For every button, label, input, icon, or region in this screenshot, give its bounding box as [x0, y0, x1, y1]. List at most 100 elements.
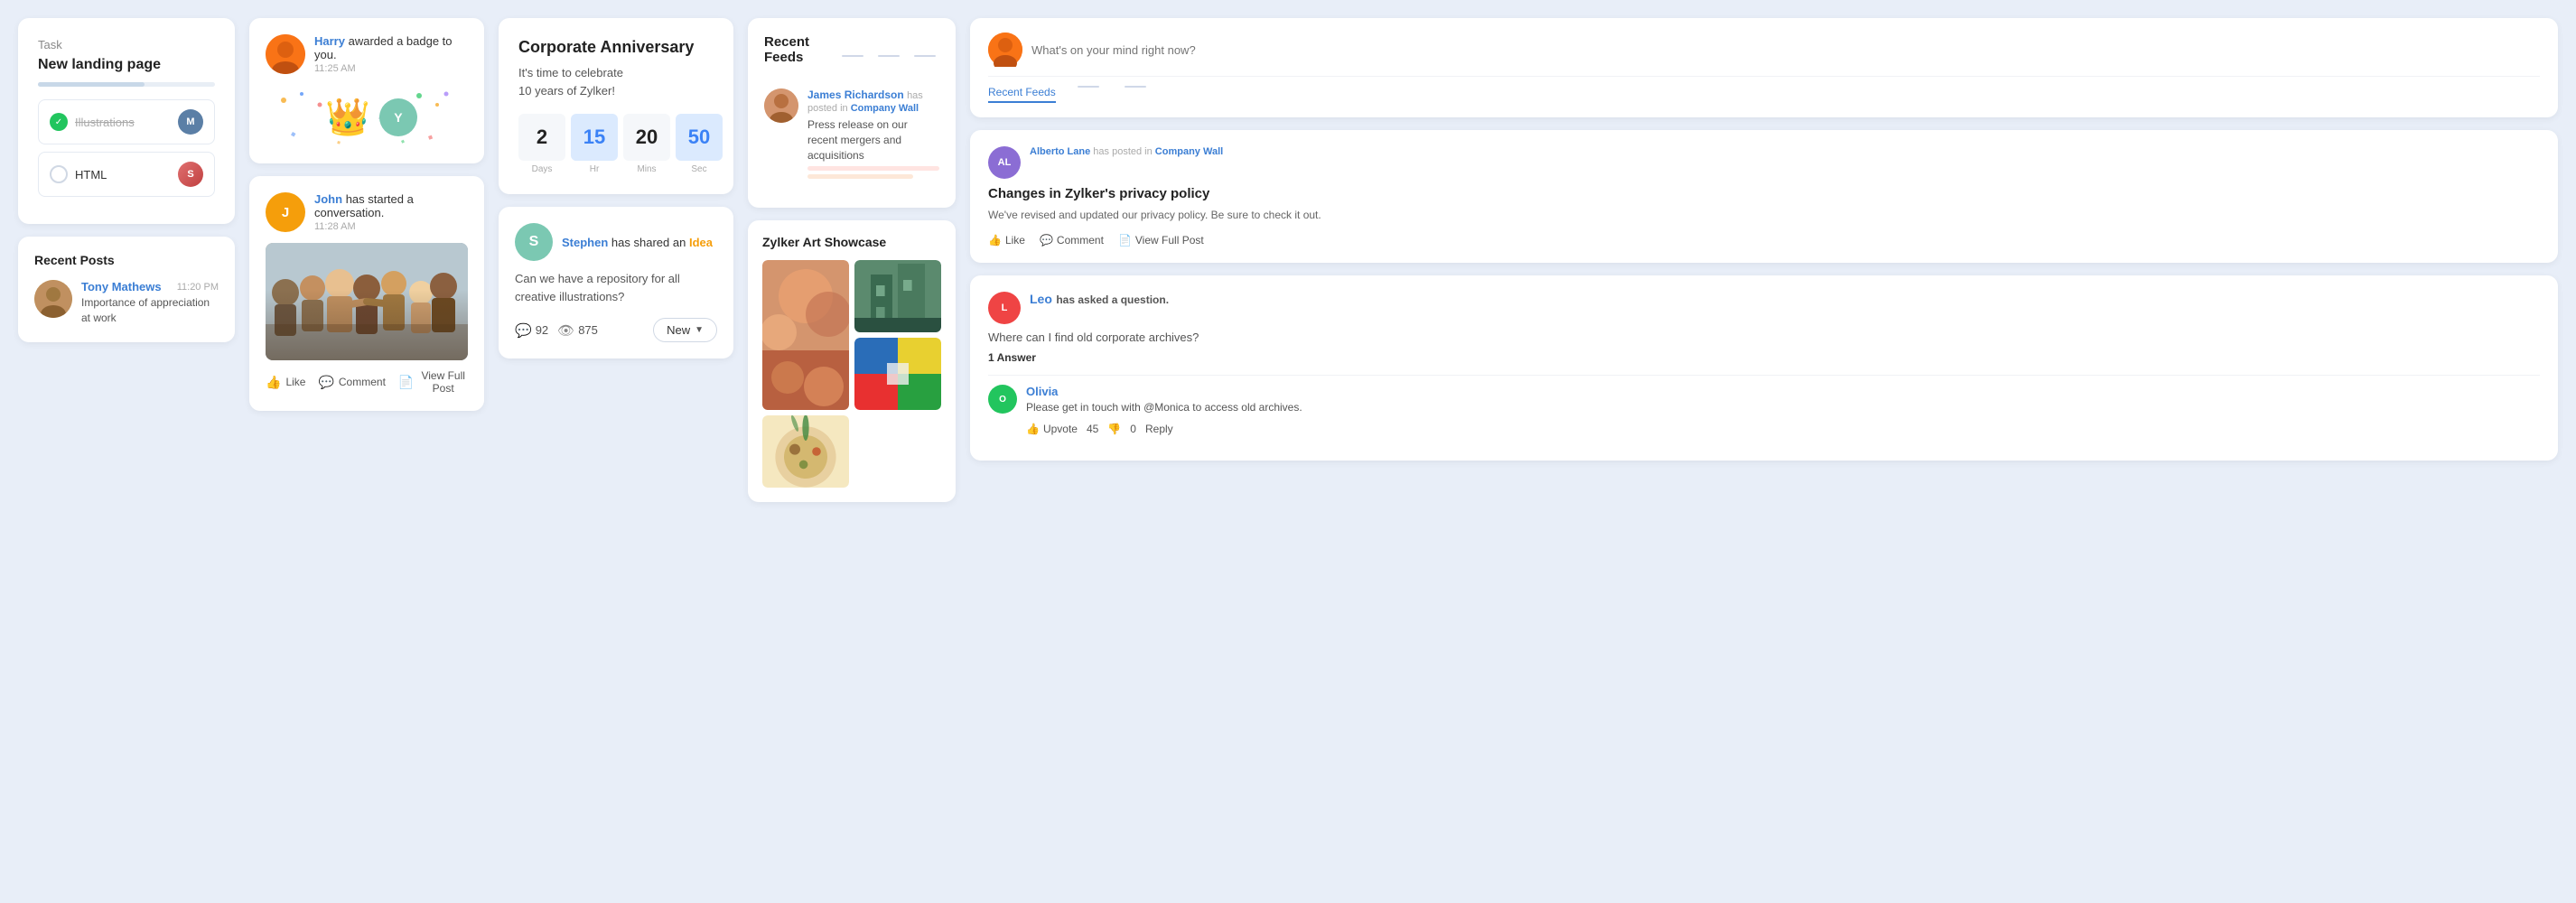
downvote-button[interactable]: 👎 — [1107, 423, 1121, 435]
upvote-count: 45 — [1087, 423, 1098, 435]
idea-text-block: Stephen has shared an Idea — [562, 236, 713, 249]
qa-header-text: Leo has asked a question. — [1030, 292, 1169, 308]
idea-question-text: Can we have a repository for all creativ… — [515, 270, 717, 305]
task-progress-bg — [38, 82, 215, 87]
qa-question-text: Where can I find old corporate archives? — [988, 330, 2540, 346]
conv-text-block: John has started a conversation. 11:28 A… — [314, 192, 468, 232]
badge-user-avatar — [266, 34, 305, 74]
policy-posted-text: has posted in — [1093, 146, 1155, 157]
feeds-tab-lines — [838, 55, 939, 57]
policy-meta-block: Alberto Lane has posted in Company Wall — [1030, 146, 1223, 157]
view-label: View Full Post — [418, 369, 468, 395]
qa-asker-name: Leo — [1030, 292, 1052, 306]
art-showcase-card: Zylker Art Showcase — [748, 220, 956, 502]
conversation-card: J John has started a conversation. 11:28… — [249, 176, 484, 411]
task-progress-fill — [38, 82, 145, 87]
count-sec-label: Sec — [676, 164, 723, 174]
badge-message: Harry awarded a badge to you. — [314, 34, 468, 61]
task-item-left: ✓ Illustrations — [50, 113, 135, 131]
badge-crown-icon: 👑 — [325, 96, 370, 138]
downvote-icon: 👎 — [1107, 423, 1121, 435]
idea-prefix: has shared an — [611, 236, 686, 249]
column-2: Harry awarded a badge to you. 11:25 AM — [249, 18, 484, 411]
idea-comment-count: 92 — [536, 323, 548, 337]
qa-card: L Leo has asked a question. Where can I … — [970, 275, 2558, 461]
conv-time: 11:28 AM — [314, 221, 468, 232]
task-item-avatar: M — [178, 109, 203, 135]
mind-tab-recent-feeds[interactable]: Recent Feeds — [988, 86, 1056, 103]
anniversary-title: Corporate Anniversary — [518, 38, 714, 57]
idea-view-stat: 👁 875 — [557, 322, 598, 339]
idea-header: S Stephen has shared an Idea — [515, 223, 717, 261]
qa-answer-count: 1 Answer — [988, 351, 2540, 364]
upvote-button[interactable]: 👍 Upvote — [1026, 423, 1078, 435]
policy-wall-name: Company Wall — [1155, 146, 1223, 157]
feed-user-name: James Richardson — [807, 88, 904, 101]
downvote-count: 0 — [1130, 423, 1136, 435]
feed-item: James Richardson has posted in Company W… — [764, 88, 939, 181]
conv-action-bar: 👍 Like 💬 Comment 📄 View Full Post — [266, 369, 468, 395]
qa-header: L Leo has asked a question. — [988, 292, 2540, 324]
task-item[interactable]: HTML S — [38, 152, 215, 197]
badge-recipient-avatar: Y — [379, 98, 417, 136]
art-image-1 — [762, 260, 849, 410]
column-4: Recent Feeds James Richardson has posted — [748, 18, 956, 502]
qa-divider — [988, 375, 2540, 376]
new-button[interactable]: New ▼ — [653, 318, 717, 342]
policy-header: AL Alberto Lane has posted in Company Wa… — [988, 146, 2540, 179]
task-name: New landing page — [38, 57, 215, 73]
feed-bar-2 — [807, 174, 913, 179]
feed-description: Press release on our recent mergers and … — [807, 117, 939, 163]
mind-tabs: Recent Feeds — [988, 76, 2540, 103]
reply-button[interactable]: Reply — [1145, 423, 1173, 435]
view-icon: 📄 — [398, 375, 414, 390]
recent-posts-card: Recent Posts Tony Mathews 11:20 PM Impor… — [18, 237, 235, 342]
task-uncheck-icon — [50, 165, 68, 183]
count-days: 2 Days — [518, 114, 565, 174]
policy-user-name: Alberto Lane — [1030, 146, 1090, 157]
idea-user-avatar: S — [515, 223, 553, 261]
feeds-tab-indicator — [914, 55, 936, 57]
art-title: Zylker Art Showcase — [762, 235, 941, 249]
count-mins: 20 Mins — [623, 114, 670, 174]
upvote-icon: 👍 — [1026, 423, 1040, 435]
comment-icon: 💬 — [318, 375, 333, 390]
comment-button[interactable]: 💬 Comment — [318, 369, 385, 395]
policy-view-button[interactable]: 📄 View Full Post — [1118, 234, 1204, 247]
post-text: Importance of appreciation at work — [81, 295, 219, 326]
idea-tag: Idea — [689, 236, 713, 249]
count-days-label: Days — [518, 164, 565, 174]
policy-title: Changes in Zylker's privacy policy — [988, 186, 2540, 201]
like-icon: 👍 — [988, 234, 1002, 247]
badge-card: Harry awarded a badge to you. 11:25 AM — [249, 18, 484, 163]
policy-user-avatar: AL — [988, 146, 1021, 179]
mind-input[interactable] — [1031, 43, 2540, 57]
task-item-text: HTML — [75, 168, 107, 182]
task-item-left: HTML — [50, 165, 107, 183]
anniversary-text: It's time to celebrate10 years of Zylker… — [518, 64, 714, 99]
answer-item: O Olivia Please get in touch with @Monic… — [988, 385, 2540, 435]
task-item[interactable]: ✓ Illustrations M — [38, 99, 215, 144]
view-icon: 📄 — [1118, 234, 1132, 247]
view-full-post-button[interactable]: 📄 View Full Post — [398, 369, 468, 395]
post-content: Tony Mathews 11:20 PM Importance of appr… — [81, 280, 219, 326]
idea-message: Stephen has shared an Idea — [562, 236, 713, 249]
art-grid — [762, 260, 941, 488]
column-3: Corporate Anniversary It's time to celeb… — [499, 18, 733, 358]
art-image-4 — [762, 415, 849, 488]
anniversary-card: Corporate Anniversary It's time to celeb… — [499, 18, 733, 194]
like-label: Like — [285, 376, 305, 388]
task-item-text: Illustrations — [75, 116, 135, 129]
idea-comment-stat: 💬 92 — [515, 322, 548, 339]
policy-like-button[interactable]: 👍 Like — [988, 234, 1025, 247]
idea-card: S Stephen has shared an Idea Can we have… — [499, 207, 733, 358]
feed-wall-name: Company Wall — [851, 103, 919, 114]
count-mins-label: Mins — [623, 164, 670, 174]
comment-bubble-icon: 💬 — [515, 322, 532, 339]
policy-comment-button[interactable]: 💬 Comment — [1040, 234, 1104, 247]
task-item-avatar: S — [178, 162, 203, 187]
like-button[interactable]: 👍 Like — [266, 369, 305, 395]
conv-image — [266, 243, 468, 360]
post-time: 11:20 PM — [177, 282, 219, 293]
comment-icon: 💬 — [1040, 234, 1053, 247]
